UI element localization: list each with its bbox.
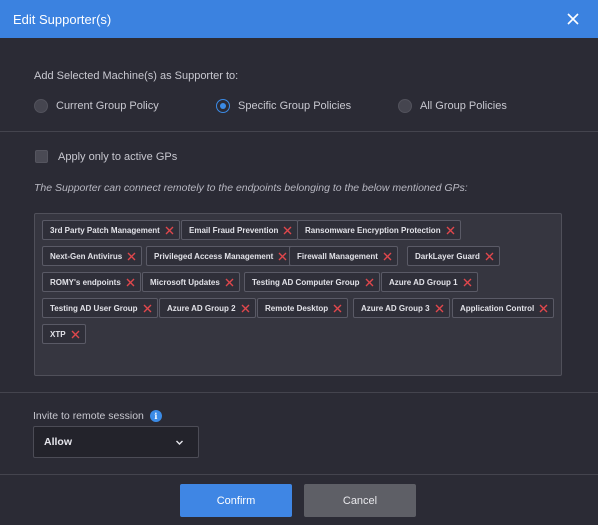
tag-label: Testing AD User Group xyxy=(50,303,138,313)
tag-next-gen-antivirus: Next-Gen Antivirus xyxy=(42,246,143,266)
checkbox-label: Apply only to active GPs xyxy=(58,150,178,163)
dialog-title: Edit Supporter(s) xyxy=(13,11,112,27)
add-supporter-label: Add Selected Machine(s) as Supporter to: xyxy=(34,70,239,82)
remove-tag-icon[interactable] xyxy=(241,304,250,313)
tag-application-control: Application Control xyxy=(452,298,555,318)
tag-label: Firewall Management xyxy=(297,251,378,261)
remove-tag-icon[interactable] xyxy=(539,304,548,313)
remove-tag-icon[interactable] xyxy=(383,252,392,261)
tag-label: ROMY's endpoints xyxy=(50,277,121,287)
tag-xtp: XTP xyxy=(42,324,86,344)
tag-label: Azure AD Group 2 xyxy=(167,303,236,313)
supporter-note: The Supporter can connect remotely to th… xyxy=(34,182,468,194)
chevron-down-icon xyxy=(176,440,183,445)
tag-label: Remote Desktop xyxy=(265,303,329,313)
tag-firewall-management: Firewall Management xyxy=(289,246,398,266)
radio-label: All Group Policies xyxy=(420,100,507,112)
tag-ransomware-encryption-protection: Ransomware Encryption Protection xyxy=(297,220,461,240)
remove-tag-icon[interactable] xyxy=(126,278,135,287)
checkbox-box[interactable] xyxy=(35,150,48,163)
remove-tag-icon[interactable] xyxy=(365,278,374,287)
tag-privileged-access-management: Privileged Access Management xyxy=(146,246,294,266)
remove-tag-icon[interactable] xyxy=(165,226,174,235)
tag-microsoft-updates: Microsoft Updates xyxy=(142,272,240,292)
radio-label: Specific Group Policies xyxy=(238,100,352,112)
close-icon[interactable] xyxy=(563,9,583,29)
gp-scope-radio-group: Current Group Policy Specific Group Poli… xyxy=(0,99,598,117)
tag-label: Azure AD Group 1 xyxy=(389,277,458,287)
divider xyxy=(0,131,598,132)
tag-label: DarkLayer Guard xyxy=(415,251,480,261)
tag-remote-desktop: Remote Desktop xyxy=(257,298,349,318)
radio-circle-selected xyxy=(216,99,230,113)
remove-tag-icon[interactable] xyxy=(485,252,494,261)
remove-tag-icon[interactable] xyxy=(283,226,292,235)
tag-label: 3rd Party Patch Management xyxy=(50,225,160,235)
tag-label: Testing AD Computer Group xyxy=(252,277,360,287)
radio-label: Current Group Policy xyxy=(56,100,159,112)
tag-testing-ad-computer-group: Testing AD Computer Group xyxy=(244,272,380,292)
select-value: Allow xyxy=(44,436,72,448)
edit-supporters-dialog: Edit Supporter(s) Add Selected Machine(s… xyxy=(0,0,598,525)
remove-tag-icon[interactable] xyxy=(127,252,136,261)
tag-label: XTP xyxy=(50,329,66,339)
radio-current-group-policy[interactable]: Current Group Policy xyxy=(34,99,159,113)
invite-remote-session-select[interactable]: Allow xyxy=(33,426,199,458)
tag-label: Next-Gen Antivirus xyxy=(50,251,123,261)
divider xyxy=(0,474,598,475)
remove-tag-icon[interactable] xyxy=(278,252,287,261)
radio-specific-group-policies[interactable]: Specific Group Policies xyxy=(216,99,351,113)
tag-label: Microsoft Updates xyxy=(150,277,220,287)
radio-circle xyxy=(398,99,412,113)
radio-all-group-policies[interactable]: All Group Policies xyxy=(398,99,507,113)
remove-tag-icon[interactable] xyxy=(71,330,80,339)
remove-tag-icon[interactable] xyxy=(463,278,472,287)
tag-email-fraud-prevention: Email Fraud Prevention xyxy=(181,220,299,240)
tag-azure-ad-group-3: Azure AD Group 3 xyxy=(353,298,450,318)
dialog-header: Edit Supporter(s) xyxy=(0,0,598,38)
remove-tag-icon[interactable] xyxy=(333,304,342,313)
confirm-button[interactable]: Confirm xyxy=(180,484,292,517)
invite-label-text: Invite to remote session xyxy=(33,410,144,422)
cancel-button[interactable]: Cancel xyxy=(304,484,416,517)
remove-tag-icon[interactable] xyxy=(446,226,455,235)
tag-label: Email Fraud Prevention xyxy=(189,225,279,235)
remove-tag-icon[interactable] xyxy=(143,304,152,313)
remove-tag-icon[interactable] xyxy=(225,278,234,287)
tag-label: Application Control xyxy=(460,303,535,313)
tag-azure-ad-group-1: Azure AD Group 1 xyxy=(381,272,478,292)
tag-testing-ad-user-group: Testing AD User Group xyxy=(42,298,158,318)
apply-active-only-checkbox[interactable]: Apply only to active GPs xyxy=(35,150,177,163)
tag-label: Ransomware Encryption Protection xyxy=(305,225,441,235)
invite-remote-session-label: Invite to remote session i xyxy=(33,410,162,422)
radio-circle xyxy=(34,99,48,113)
group-policies-tag-input[interactable]: 3rd Party Patch Management Email Fraud P… xyxy=(34,213,562,376)
tag-label: Privileged Access Management xyxy=(154,251,274,261)
tag-3rd-party-patch-management: 3rd Party Patch Management xyxy=(42,220,180,240)
tag-romys-endpoints: ROMY's endpoints xyxy=(42,272,141,292)
info-icon[interactable]: i xyxy=(149,410,162,422)
tag-label: Azure AD Group 3 xyxy=(361,303,430,313)
divider xyxy=(0,392,598,393)
tag-azure-ad-group-2: Azure AD Group 2 xyxy=(159,298,256,318)
remove-tag-icon[interactable] xyxy=(435,304,444,313)
tag-darklayer-guard: DarkLayer Guard xyxy=(407,246,500,266)
